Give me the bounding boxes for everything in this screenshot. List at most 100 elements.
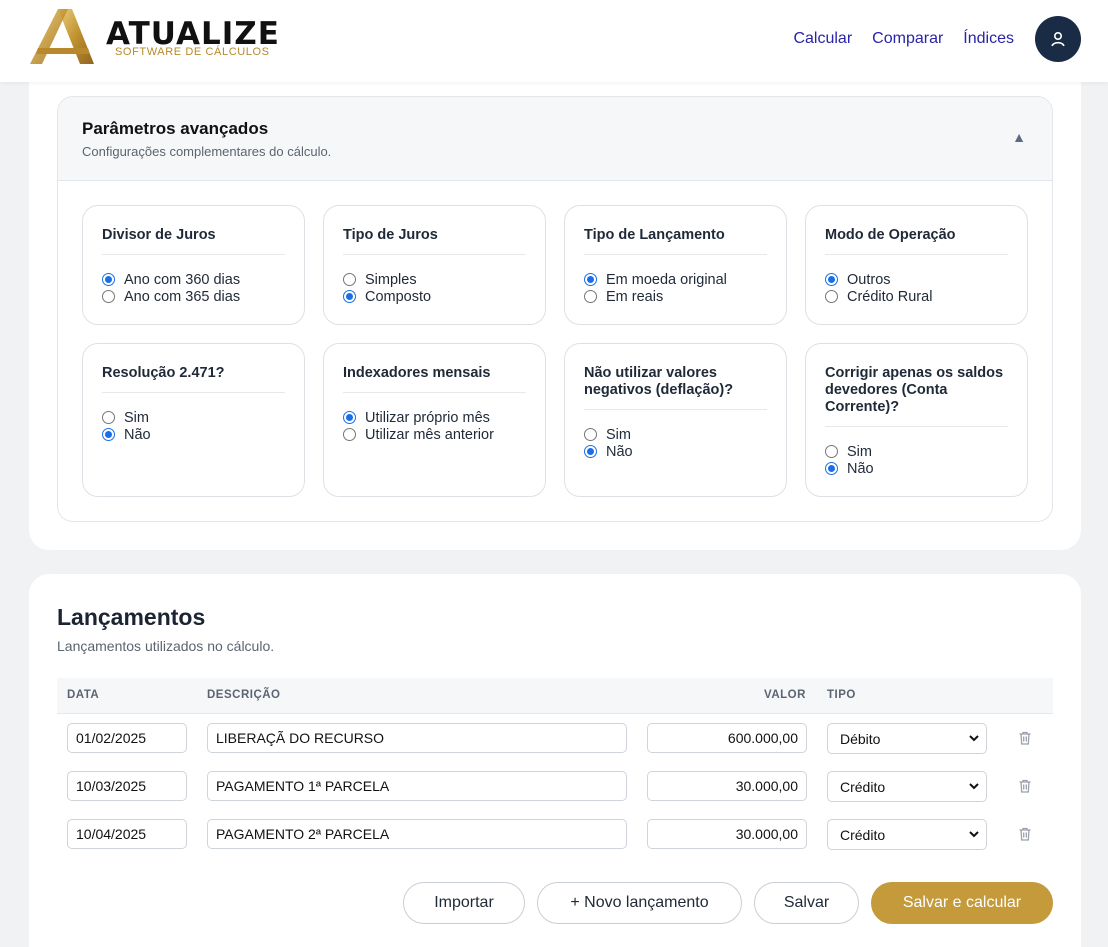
- radio-saldos-sim[interactable]: Sim: [825, 443, 1008, 460]
- user-icon: [1051, 31, 1065, 47]
- option-group-title: Corrigir apenas os saldos devedores (Con…: [825, 344, 1008, 427]
- radio-button[interactable]: [102, 273, 115, 286]
- radio-button[interactable]: [102, 428, 115, 441]
- chevron-down-icon: [969, 783, 979, 790]
- entries-card: Lançamentos Lançamentos utilizados no cá…: [29, 574, 1081, 947]
- trash-icon[interactable]: [1017, 730, 1033, 746]
- advanced-parameters-header[interactable]: Parâmetros avançados Configurações compl…: [58, 97, 1052, 181]
- radio-saldos-nao[interactable]: Não: [825, 460, 1008, 477]
- value-input[interactable]: 600.000,00: [647, 723, 807, 753]
- column-header-value: VALOR: [764, 689, 806, 701]
- radio-label: Não: [847, 460, 874, 477]
- save-button[interactable]: Salvar: [754, 882, 859, 924]
- radio-deflacao-nao[interactable]: Não: [584, 443, 767, 460]
- main-nav: Calcular Comparar Índices: [793, 30, 1014, 48]
- description-input[interactable]: LIBERAÇÃ DO RECURSO: [207, 723, 627, 753]
- radio-button[interactable]: [102, 411, 115, 424]
- radio-moeda-original[interactable]: Em moeda original: [584, 271, 767, 288]
- new-entry-button[interactable]: + Novo lançamento: [537, 882, 742, 924]
- nav-link-calcular[interactable]: Calcular: [793, 30, 852, 48]
- radio-button[interactable]: [825, 290, 838, 303]
- table-row: 01/02/2025 LIBERAÇÃ DO RECURSO 600.000,0…: [57, 723, 1053, 771]
- type-select[interactable]: Crédito: [827, 771, 987, 802]
- value-input[interactable]: 30.000,00: [647, 819, 807, 849]
- date-input[interactable]: 01/02/2025: [67, 723, 187, 753]
- entries-subtitle: Lançamentos utilizados no cálculo.: [57, 638, 275, 654]
- column-header-type: TIPO: [827, 689, 856, 701]
- radio-label: Ano com 360 dias: [124, 271, 241, 288]
- brand-logo[interactable]: ATUALIZE SOFTWARE DE CÁLCULOS: [28, 8, 298, 68]
- radio-button[interactable]: [584, 428, 597, 441]
- chevron-down-icon: [969, 831, 979, 838]
- radio-simples[interactable]: Simples: [343, 271, 526, 288]
- radio-credito-rural[interactable]: Crédito Rural: [825, 288, 1008, 305]
- advanced-parameters-title: Parâmetros avançados: [82, 119, 269, 138]
- option-group-title: Tipo de Lançamento: [584, 206, 767, 255]
- option-group-tipo-juros: Tipo de Juros Simples Composto: [323, 205, 546, 325]
- option-group-title: Tipo de Juros: [343, 206, 526, 255]
- radio-button[interactable]: [825, 445, 838, 458]
- radio-resolucao-sim[interactable]: Sim: [102, 409, 285, 426]
- date-input[interactable]: 10/04/2025: [67, 819, 187, 849]
- value-input[interactable]: 30.000,00: [647, 771, 807, 801]
- radio-em-reais[interactable]: Em reais: [584, 288, 767, 305]
- radio-proprio-mes[interactable]: Utilizar próprio mês: [343, 409, 526, 426]
- save-and-calculate-button[interactable]: Salvar e calcular: [871, 882, 1053, 924]
- entries-table-header: DATA DESCRIÇÃO VALOR TIPO: [57, 678, 1053, 714]
- radio-resolucao-nao[interactable]: Não: [102, 426, 285, 443]
- description-input[interactable]: PAGAMENTO 2ª PARCELA: [207, 819, 627, 849]
- option-group-title: Modo de Operação: [825, 206, 1008, 255]
- nav-link-indices[interactable]: Índices: [963, 30, 1014, 48]
- radio-button[interactable]: [584, 290, 597, 303]
- radio-label: Sim: [124, 409, 149, 426]
- import-button[interactable]: Importar: [403, 882, 525, 924]
- radio-button[interactable]: [584, 273, 597, 286]
- radio-mes-anterior[interactable]: Utilizar mês anterior: [343, 426, 526, 443]
- table-row: 10/03/2025 PAGAMENTO 1ª PARCELA 30.000,0…: [57, 771, 1053, 819]
- radio-button[interactable]: [343, 273, 356, 286]
- radio-button[interactable]: [343, 428, 356, 441]
- radio-label: Em reais: [606, 288, 664, 305]
- radio-label: Simples: [365, 271, 417, 288]
- radio-button[interactable]: [584, 445, 597, 458]
- column-header-description: DESCRIÇÃO: [207, 689, 281, 701]
- option-group-divisor-juros: Divisor de Juros Ano com 360 dias Ano co…: [82, 205, 305, 325]
- radio-outros[interactable]: Outros: [825, 271, 1008, 288]
- type-select[interactable]: Crédito: [827, 819, 987, 850]
- description-input[interactable]: PAGAMENTO 1ª PARCELA: [207, 771, 627, 801]
- user-avatar-button[interactable]: [1035, 16, 1081, 62]
- table-row: 10/04/2025 PAGAMENTO 2ª PARCELA 30.000,0…: [57, 819, 1053, 867]
- trash-icon[interactable]: [1017, 826, 1033, 842]
- radio-ano-365[interactable]: Ano com 365 dias: [102, 288, 285, 305]
- option-group-deflacao: Não utilizar valores negativos (deflação…: [564, 343, 787, 497]
- radio-label: Outros: [847, 271, 891, 288]
- radio-label: Crédito Rural: [847, 288, 933, 305]
- type-select-value: Crédito: [840, 827, 886, 843]
- logo-a-icon: [30, 9, 94, 64]
- radio-label: Sim: [847, 443, 872, 460]
- entries-title: Lançamentos: [57, 604, 206, 630]
- radio-label: Em moeda original: [606, 271, 727, 288]
- option-group-saldos-devedores: Corrigir apenas os saldos devedores (Con…: [805, 343, 1028, 497]
- radio-composto[interactable]: Composto: [343, 288, 526, 305]
- radio-label: Composto: [365, 288, 432, 305]
- radio-button[interactable]: [825, 462, 838, 475]
- option-group-resolucao: Resolução 2.471? Sim Não: [82, 343, 305, 497]
- advanced-parameters-card: Parâmetros avançados Configurações compl…: [29, 62, 1081, 550]
- trash-icon[interactable]: [1017, 778, 1033, 794]
- radio-label: Ano com 365 dias: [124, 288, 241, 305]
- radio-ano-360[interactable]: Ano com 360 dias: [102, 271, 285, 288]
- radio-button[interactable]: [343, 411, 356, 424]
- radio-deflacao-sim[interactable]: Sim: [584, 426, 767, 443]
- radio-button[interactable]: [825, 273, 838, 286]
- radio-button[interactable]: [102, 290, 115, 303]
- radio-button[interactable]: [343, 290, 356, 303]
- type-select[interactable]: Débito: [827, 723, 987, 754]
- option-group-tipo-lancamento: Tipo de Lançamento Em moeda original Em …: [564, 205, 787, 325]
- collapse-toggle-icon[interactable]: ▲: [1012, 129, 1026, 145]
- nav-link-comparar[interactable]: Comparar: [872, 30, 943, 48]
- option-group-title: Não utilizar valores negativos (deflação…: [584, 344, 767, 410]
- radio-label: Sim: [606, 426, 631, 443]
- date-input[interactable]: 10/03/2025: [67, 771, 187, 801]
- option-group-indexadores: Indexadores mensais Utilizar próprio mês…: [323, 343, 546, 497]
